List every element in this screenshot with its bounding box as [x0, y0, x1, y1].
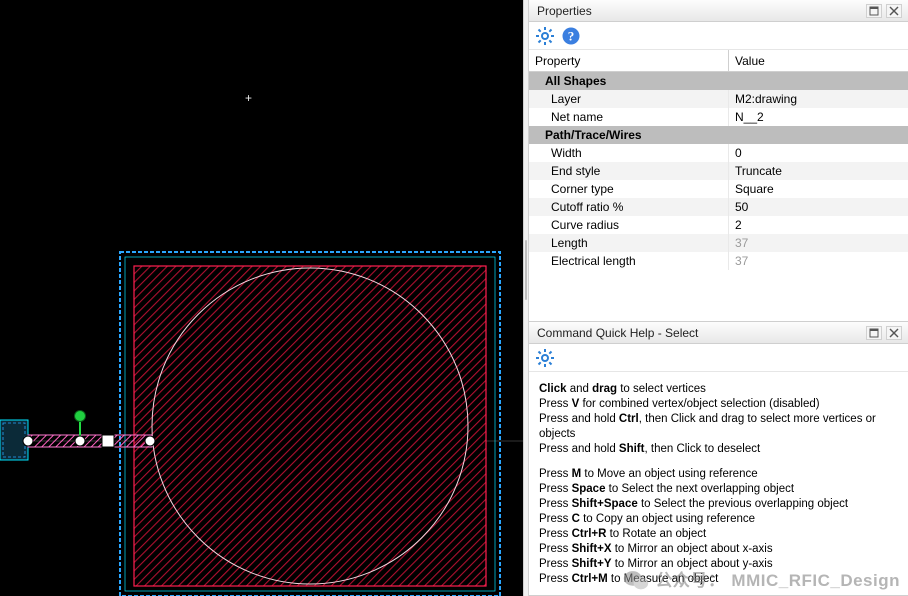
- watermark: 公众号：MMIC_RFIC_Design: [623, 569, 900, 591]
- settings-button[interactable]: [535, 26, 555, 46]
- vertex-end[interactable]: [145, 436, 155, 446]
- gear-icon: [535, 348, 555, 368]
- properties-title: Properties: [535, 4, 862, 18]
- vertex-handle[interactable]: [102, 435, 114, 447]
- prop-row-width[interactable]: Width0: [529, 144, 908, 162]
- shape-rect-m2[interactable]: [134, 266, 486, 586]
- column-header-value[interactable]: Value: [729, 50, 908, 71]
- vertex-mid1[interactable]: [75, 436, 85, 446]
- quickhelp-settings-button[interactable]: [535, 348, 555, 368]
- section-all-shapes: All Shapes: [529, 72, 908, 90]
- prop-row-elength: Electrical length37: [529, 252, 908, 270]
- quickhelp-panel: Command Quick Help - Select Click and dr…: [529, 322, 908, 596]
- quickhelp-title: Command Quick Help - Select: [535, 326, 862, 340]
- prop-row-endstyle[interactable]: End styleTruncate: [529, 162, 908, 180]
- shape-path-segment[interactable]: [28, 435, 152, 447]
- quickhelp-header[interactable]: Command Quick Help - Select: [529, 322, 908, 344]
- quickhelp-toolbar: [529, 344, 908, 372]
- gear-icon: [535, 26, 555, 46]
- help-button[interactable]: ?: [561, 26, 581, 46]
- help-icon: ?: [561, 26, 581, 46]
- property-grid: All Shapes LayerM2:drawing Net nameN__2 …: [529, 72, 908, 321]
- close-icon[interactable]: [886, 326, 902, 340]
- svg-text:?: ?: [568, 28, 575, 43]
- properties-panel: Properties ? Property Value: [529, 0, 908, 322]
- pin-head[interactable]: [75, 411, 86, 422]
- undock-icon[interactable]: [866, 4, 882, 18]
- close-icon[interactable]: [886, 4, 902, 18]
- section-path: Path/Trace/Wires: [529, 126, 908, 144]
- quickhelp-body: Click and drag to select vertices Press …: [529, 372, 908, 595]
- prop-row-layer[interactable]: LayerM2:drawing: [529, 90, 908, 108]
- prop-row-curveradius[interactable]: Curve radius2: [529, 216, 908, 234]
- wechat-icon: [623, 569, 649, 591]
- properties-header[interactable]: Properties: [529, 0, 908, 22]
- properties-toolbar: ?: [529, 22, 908, 50]
- prop-row-netname[interactable]: Net nameN__2: [529, 108, 908, 126]
- layout-canvas[interactable]: +: [0, 0, 523, 596]
- property-columns-header: Property Value: [529, 50, 908, 72]
- prop-row-cutoff[interactable]: Cutoff ratio %50: [529, 198, 908, 216]
- prop-row-length: Length37: [529, 234, 908, 252]
- undock-icon[interactable]: [866, 326, 882, 340]
- prop-row-cornertype[interactable]: Corner typeSquare: [529, 180, 908, 198]
- column-header-property[interactable]: Property: [529, 50, 729, 71]
- vertex-start[interactable]: [23, 436, 33, 446]
